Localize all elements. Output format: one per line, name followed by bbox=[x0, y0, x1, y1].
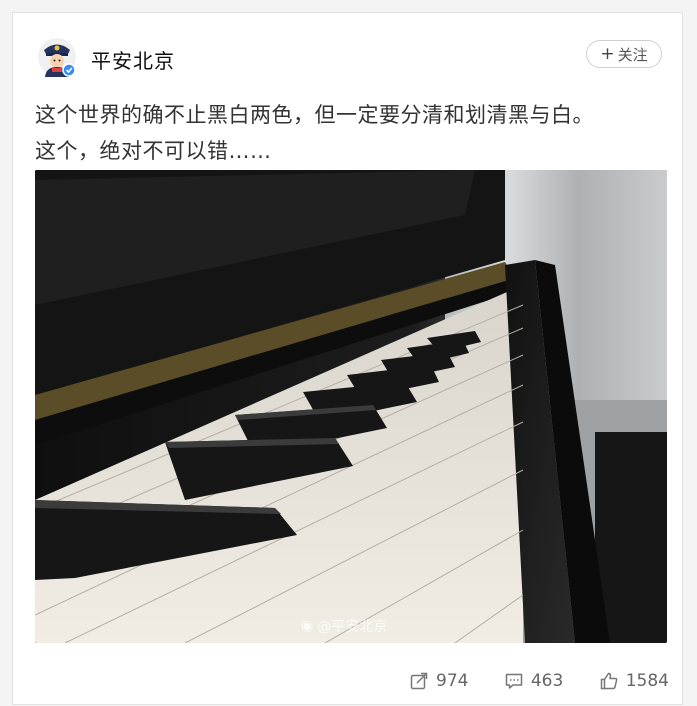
post-image[interactable]: ◉ @平安北京 bbox=[35, 170, 667, 643]
post-text-line: 这个，绝对不可以错…… bbox=[35, 139, 272, 163]
plus-icon: + bbox=[600, 44, 615, 64]
share-button[interactable]: 974 bbox=[409, 671, 468, 691]
author-name[interactable]: 平安北京 bbox=[91, 49, 175, 73]
like-count: 1584 bbox=[625, 671, 669, 691]
post-text-line: 这个世界的确不止黑白两色，但一定要分清和划清黑与白。 bbox=[35, 103, 594, 127]
like-button[interactable]: 1584 bbox=[599, 671, 669, 691]
comment-icon bbox=[505, 673, 523, 689]
thumbs-up-icon bbox=[600, 672, 618, 690]
police-avatar-icon bbox=[38, 38, 76, 77]
verified-badge-icon bbox=[62, 63, 76, 77]
follow-label: 关注 bbox=[617, 45, 648, 64]
post-stats-bar: 974 463 1584 bbox=[409, 666, 669, 696]
comment-count: 463 bbox=[530, 671, 564, 691]
image-watermark: ◉ @平安北京 bbox=[301, 616, 387, 636]
follow-button[interactable]: + 关注 bbox=[586, 40, 662, 68]
share-icon bbox=[410, 672, 428, 690]
comment-button[interactable]: 463 bbox=[504, 671, 563, 691]
weibo-logo-icon: ◉ bbox=[301, 618, 314, 634]
weibo-post-card: 平安北京 + 关注 这个世界的确不止黑白两色，但一定要分清和划清黑与白。 这个，… bbox=[12, 12, 683, 705]
post-text: 这个世界的确不止黑白两色，但一定要分清和划清黑与白。 这个，绝对不可以错…… bbox=[35, 97, 675, 169]
watermark-text: @平安北京 bbox=[317, 619, 388, 635]
author-avatar[interactable] bbox=[37, 37, 77, 77]
piano-photo bbox=[35, 170, 667, 643]
share-count: 974 bbox=[436, 671, 469, 691]
